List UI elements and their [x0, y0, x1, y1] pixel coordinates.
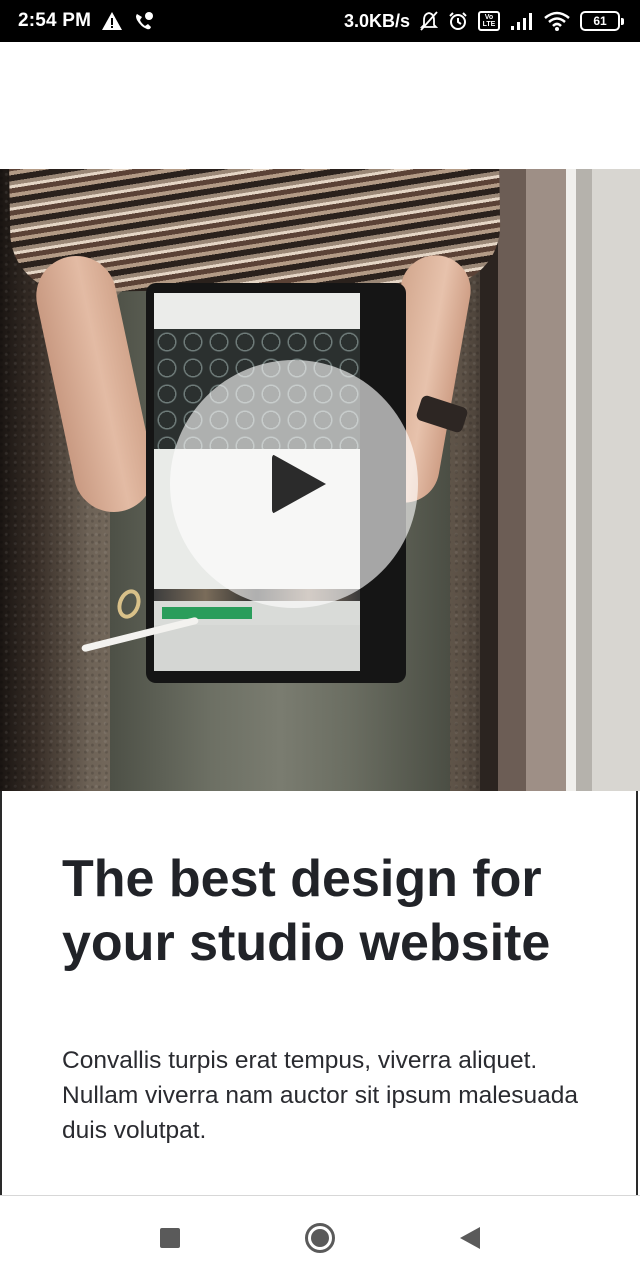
tablet-screen-green-button — [162, 607, 252, 619]
signal-icon — [510, 12, 534, 30]
warning-icon — [101, 11, 123, 31]
network-speed: 3.0KB/s — [343, 10, 410, 31]
window-frame — [480, 169, 640, 791]
headline: The best design for your studio website — [62, 850, 551, 972]
volte-icon: Vo LTE — [478, 11, 500, 31]
status-bar-right: 3.0KB/s Vo LTE 61 — [343, 10, 624, 32]
content-section: The best design for your studio website … — [0, 791, 640, 1195]
home-icon — [305, 1223, 335, 1253]
battery-level: 61 — [593, 14, 607, 28]
tablet-screen-footer — [154, 625, 360, 671]
tablet-screen-bar — [154, 293, 360, 329]
missed-call-icon — [133, 11, 155, 31]
body-text: Convallis turpis erat tempus, viverra al… — [62, 1047, 579, 1144]
back-icon — [460, 1227, 480, 1249]
recents-icon — [160, 1228, 180, 1248]
wifi-icon — [544, 11, 570, 31]
navigation-bar — [0, 1195, 640, 1280]
play-button[interactable] — [170, 360, 418, 608]
status-bar: 2:54 PM 3.0KB/s Vo LTE 61 — [0, 0, 640, 42]
app-screen: 2:54 PM 3.0KB/s Vo LTE 61 The best desig… — [0, 0, 640, 1280]
battery-icon: 61 — [580, 11, 624, 31]
alarm-icon — [448, 11, 468, 31]
status-time: 2:54 PM — [18, 10, 92, 31]
recents-button[interactable] — [150, 1218, 190, 1258]
mute-bell-icon — [420, 11, 438, 31]
back-button[interactable] — [450, 1218, 490, 1258]
status-bar-left: 2:54 PM — [18, 10, 155, 32]
page-header-area — [0, 42, 640, 169]
home-button[interactable] — [300, 1218, 340, 1258]
play-icon — [272, 454, 326, 514]
